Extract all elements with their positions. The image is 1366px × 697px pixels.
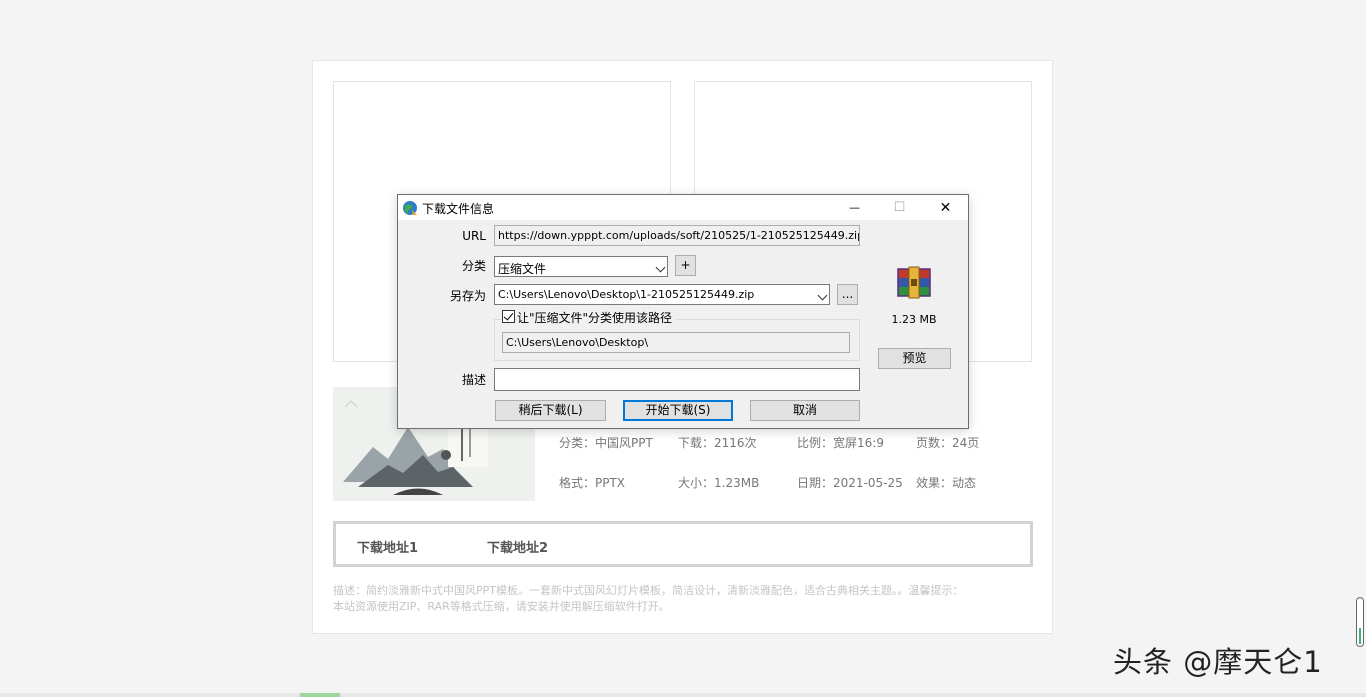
meta-downloads: 下载：2116次: [678, 436, 757, 450]
meta-pages: 页数：24页: [916, 436, 980, 450]
chevron-down-icon: [655, 262, 666, 273]
cancel-button[interactable]: 取消: [750, 400, 860, 421]
dialog-titlebar[interactable]: 下载文件信息 — ☐ ✕: [398, 195, 968, 220]
idm-globe-icon: [403, 201, 417, 215]
close-icon: ✕: [939, 199, 952, 216]
preview-button[interactable]: 预览: [878, 348, 951, 369]
maximize-button: ☐: [877, 195, 922, 220]
meta-date: 日期：2021-05-25: [797, 476, 903, 490]
meta-size: 大小：1.23MB: [678, 476, 760, 490]
saveas-value: C:\Users\Lenovo\Desktop\1-210525125449.z…: [498, 288, 755, 301]
download-file-info-dialog: 下载文件信息 — ☐ ✕ URL https://down.ypppt.com/…: [397, 194, 969, 429]
meta-category: 分类：中国风PPT: [559, 436, 653, 450]
add-category-button[interactable]: +: [675, 255, 696, 276]
use-path-checkbox-label[interactable]: 让"压缩文件"分类使用该路径: [517, 309, 677, 326]
use-path-checkbox[interactable]: [502, 310, 515, 323]
description-line-1: 描述：简约淡雅新中式中国风PPT模板。一套新中式国风幻灯片模板，简洁设计，清新淡…: [333, 584, 964, 597]
minimize-button[interactable]: —: [832, 195, 877, 220]
download-tabs: 下载地址1 下载地址2: [333, 521, 1033, 567]
chevron-down-icon: [817, 290, 828, 301]
category-value: 压缩文件: [498, 262, 547, 276]
bottom-strip: [0, 693, 1366, 697]
url-field[interactable]: https://down.ypppt.com/uploads/soft/2105…: [494, 225, 860, 246]
category-select[interactable]: 压缩文件: [494, 256, 668, 277]
meta-format: 格式：PPTX: [559, 476, 626, 490]
start-download-button[interactable]: 开始下载(S): [623, 400, 733, 421]
description-label: 描述: [461, 373, 486, 387]
description-line-2: 本站资源使用ZIP、RAR等格式压缩，请安装并使用解压缩软件打开。: [333, 600, 670, 613]
scrollbar-thumb[interactable]: [1356, 597, 1364, 647]
category-label: 分类: [461, 259, 486, 273]
tab-download-2[interactable]: 下载地址2: [487, 537, 548, 556]
bottom-strip-segment: [300, 693, 340, 697]
meta-effect: 效果：动态: [916, 476, 977, 490]
meta-ratio: 比例：宽屏16:9: [797, 436, 884, 450]
page-description: 描述：简约淡雅新中式中国风PPT模板。一套新中式国风幻灯片模板，简洁设计，清新淡…: [333, 583, 1033, 615]
saveas-label: 另存为: [449, 289, 486, 303]
category-path-field[interactable]: C:\Users\Lenovo\Desktop\: [502, 332, 850, 353]
description-input[interactable]: [494, 368, 860, 391]
winrar-archive-icon: [897, 266, 931, 299]
dialog-title: 下载文件信息: [422, 202, 495, 216]
download-later-button[interactable]: 稍后下载(L): [495, 400, 606, 421]
file-size: 1.23 MB: [891, 313, 937, 326]
tab-download-1[interactable]: 下载地址1: [357, 537, 418, 556]
maximize-icon: ☐: [893, 200, 906, 215]
url-label: URL: [462, 229, 486, 243]
minimize-icon: —: [849, 201, 860, 214]
saveas-combo[interactable]: C:\Users\Lenovo\Desktop\1-210525125449.z…: [494, 284, 830, 305]
watermark-text: 头条 @摩天仑1: [1113, 645, 1323, 679]
close-button[interactable]: ✕: [923, 195, 968, 220]
browse-button[interactable]: ...: [837, 284, 858, 305]
